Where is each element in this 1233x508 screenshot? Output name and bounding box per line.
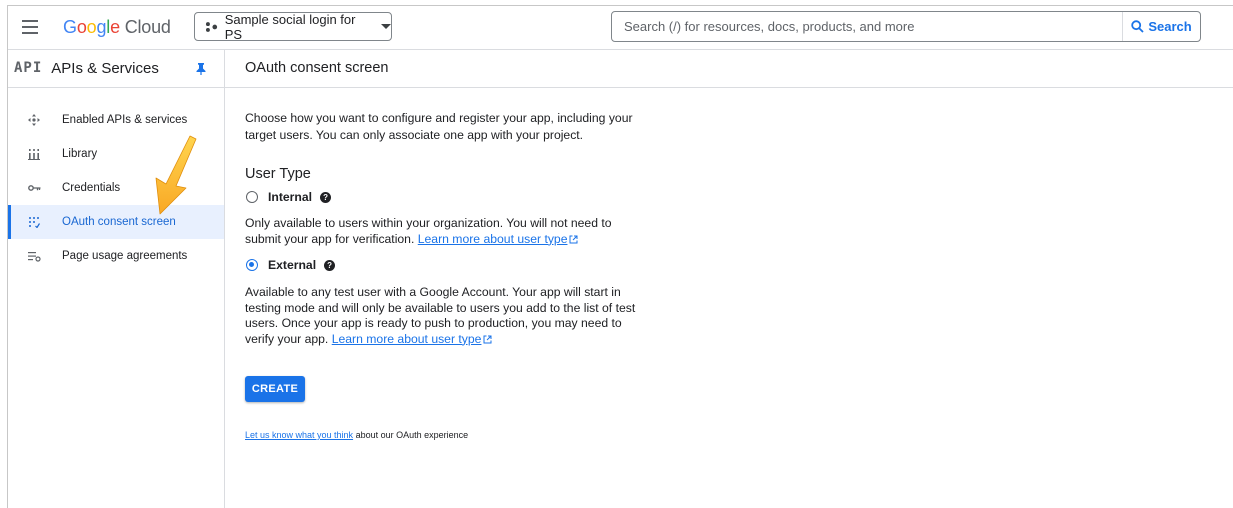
sidebar-title: APIs & Services xyxy=(51,59,159,77)
search-input[interactable] xyxy=(612,12,1122,41)
sidebar-item-label: Page usage agreements xyxy=(62,250,188,262)
feedback-text: Let us know what you think about our OAu… xyxy=(245,430,469,440)
sidebar: API APIs & Services Enabled APIs & servi… xyxy=(8,49,225,508)
search-icon xyxy=(1131,20,1144,33)
page-header: OAuth consent screen xyxy=(225,49,1233,88)
feedback-link[interactable]: Let us know what you think xyxy=(245,430,353,440)
internal-description: Only available to users within your orga… xyxy=(245,216,612,246)
external-radio[interactable] xyxy=(246,259,258,271)
project-name: Sample social login for PS xyxy=(224,11,356,42)
sidebar-item-page-usage[interactable]: Page usage agreements xyxy=(8,239,224,273)
internal-radio[interactable] xyxy=(246,191,258,203)
external-link-icon xyxy=(569,235,578,243)
api-badge: API xyxy=(14,60,43,76)
annotation-arrow-icon xyxy=(155,135,197,215)
external-link-icon xyxy=(483,335,492,343)
sidebar-item-label: Enabled APIs & services xyxy=(62,114,188,126)
search-box: Search xyxy=(611,11,1201,42)
project-picker[interactable]: Sample social login for PS xyxy=(194,11,392,42)
page-title: OAuth consent screen xyxy=(245,60,389,76)
project-icon xyxy=(205,21,218,32)
consent-icon xyxy=(24,216,44,228)
agreements-icon xyxy=(24,251,44,262)
sidebar-header: API APIs & Services xyxy=(8,49,224,88)
sidebar-item-label: Credentials xyxy=(62,182,121,194)
external-option[interactable]: External ? xyxy=(245,258,705,272)
main-content: Choose how you want to configure and reg… xyxy=(245,87,705,440)
search-button[interactable]: Search xyxy=(1122,12,1200,41)
pin-icon[interactable] xyxy=(196,63,206,75)
top-bar: Google Cloud Sample social login for PS … xyxy=(8,6,1233,50)
app-window: Google Cloud Sample social login for PS … xyxy=(7,5,1233,508)
sidebar-item-enabled-apis[interactable]: Enabled APIs & services xyxy=(8,103,224,137)
sidebar-item-label: Library xyxy=(62,148,98,160)
sidebar-item-label: OAuth consent screen xyxy=(62,216,176,228)
menu-icon[interactable] xyxy=(22,20,38,34)
internal-option[interactable]: Internal ? xyxy=(245,190,705,204)
move-icon xyxy=(24,114,44,126)
internal-label: Internal xyxy=(268,190,313,204)
key-icon xyxy=(24,184,44,192)
library-icon xyxy=(24,148,44,160)
create-button[interactable]: CREATE xyxy=(245,376,305,402)
external-description: Available to any test user with a Google… xyxy=(245,285,636,346)
learn-more-link[interactable]: Learn more about user type xyxy=(418,232,568,246)
google-cloud-logo[interactable]: Google Cloud xyxy=(63,17,171,38)
chevron-down-icon xyxy=(381,24,391,29)
help-icon[interactable]: ? xyxy=(320,191,332,203)
intro-text: Choose how you want to configure and reg… xyxy=(245,111,633,142)
external-label: External xyxy=(268,258,317,272)
user-type-heading: User Type xyxy=(245,166,311,182)
help-icon[interactable]: ? xyxy=(324,259,336,271)
learn-more-link[interactable]: Learn more about user type xyxy=(332,332,482,346)
